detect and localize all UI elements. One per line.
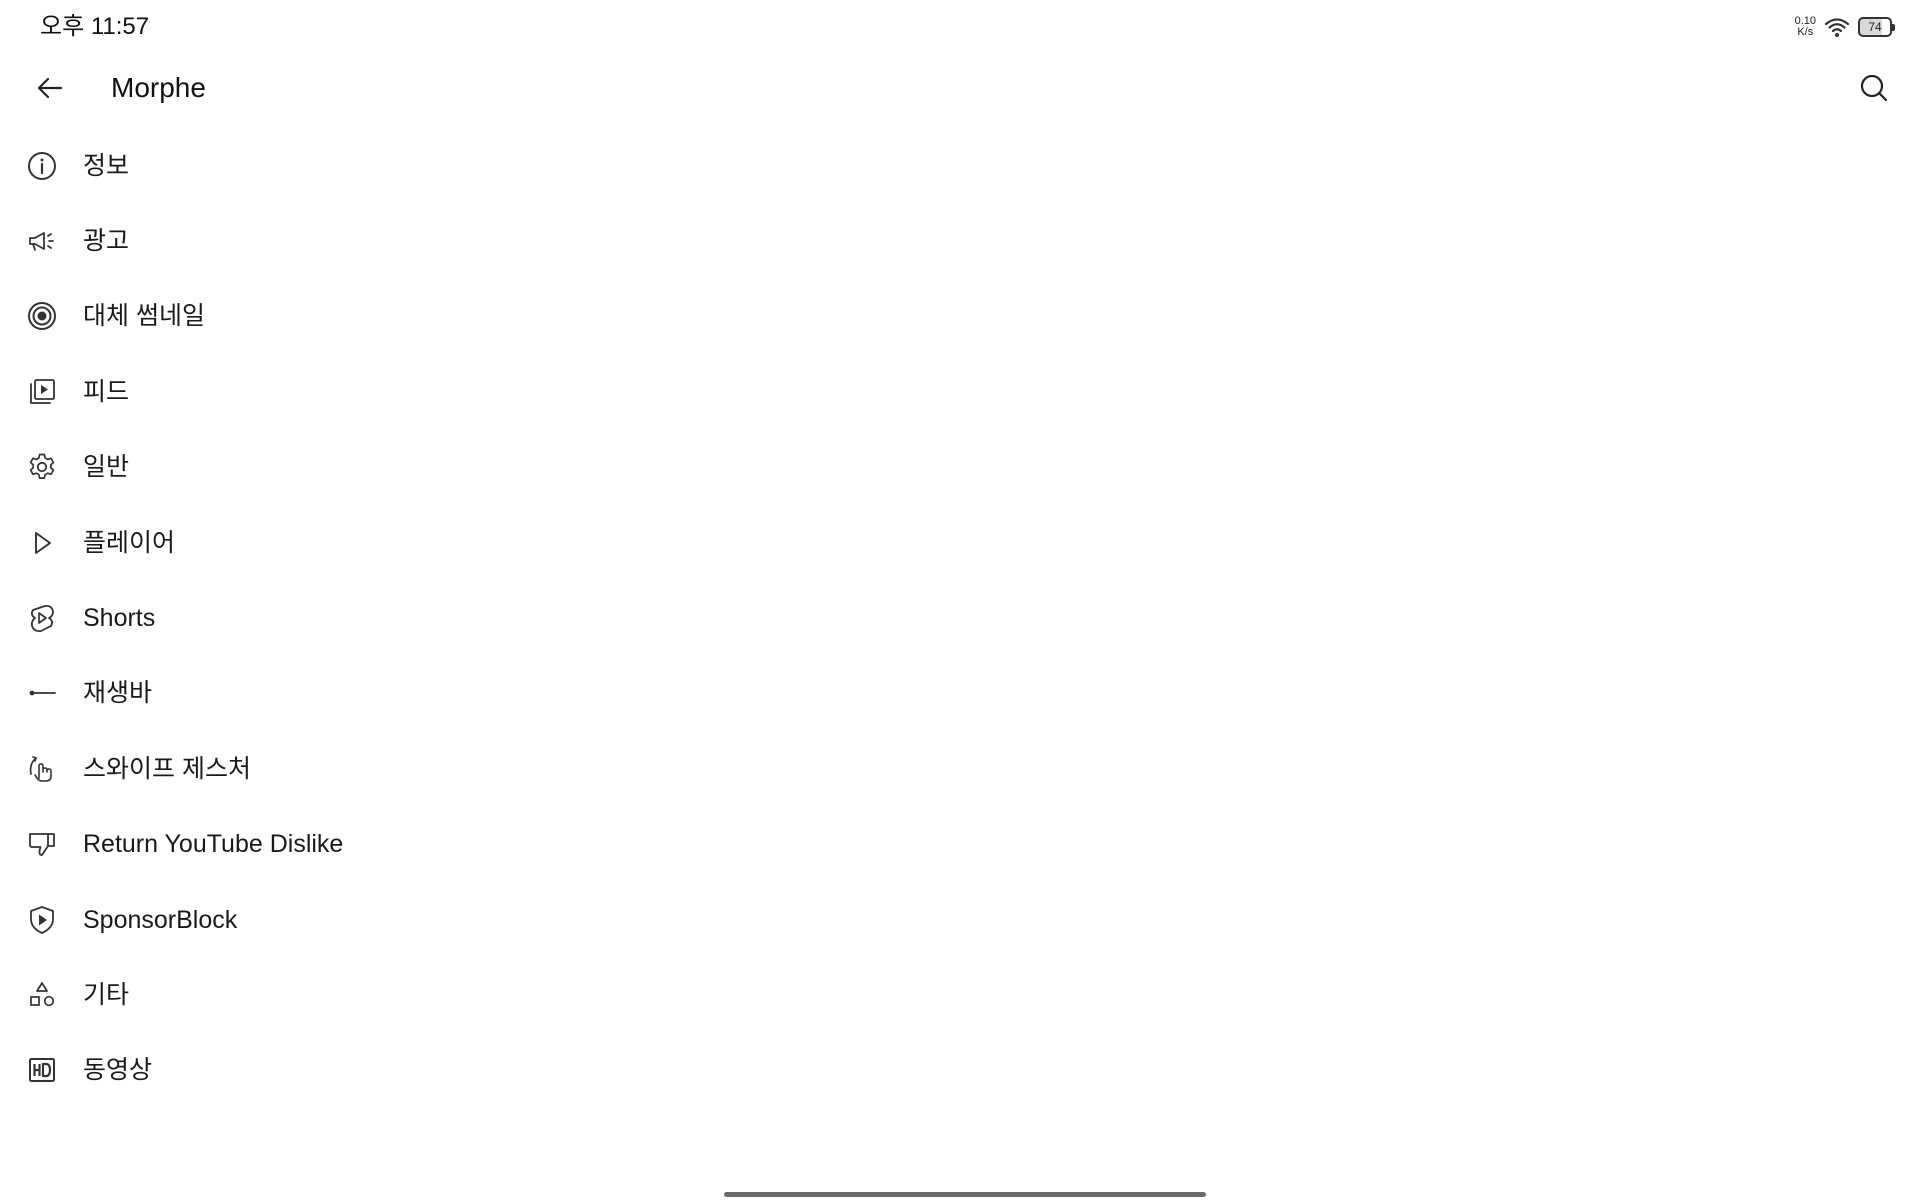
play-icon [26,527,58,559]
menu-item-general[interactable]: 일반 [0,430,1920,505]
status-bar: 오후 11:57 0.10 K/s 74 [0,0,1920,52]
menu-item-label: 대체 썸네일 [83,302,205,331]
menu-item-ads[interactable]: 광고 [0,203,1920,278]
shorts-icon [26,602,58,634]
battery-icon: 74 [1858,17,1895,37]
settings-menu-list: 정보 광고 대체 썸네일 피드 일반 플레이어 Shorts 재생바 스와이프 … [0,128,1920,1108]
menu-item-label: 피드 [83,377,130,406]
thumbs-down-icon [26,828,58,860]
menu-item-label: 플레이어 [83,528,176,557]
menu-item-info[interactable]: 정보 [0,128,1920,203]
menu-item-label: 정보 [83,151,130,180]
net-speed-unit: K/s [1797,26,1814,38]
gear-icon [26,451,58,483]
shield-play-icon [26,904,58,936]
status-time: 오후 11:57 [40,13,150,40]
menu-item-feed[interactable]: 피드 [0,354,1920,429]
menu-item-shorts[interactable]: Shorts [0,580,1920,655]
menu-item-return-youtube-dislike[interactable]: Return YouTube Dislike [0,807,1920,882]
menu-item-label: 스와이프 제스처 [83,754,251,783]
megaphone-icon [26,225,58,257]
menu-item-label: 일반 [83,453,130,482]
search-button[interactable] [1854,68,1894,108]
info-icon [26,150,58,182]
menu-item-video[interactable]: 동영상 [0,1033,1920,1108]
search-icon [1859,73,1889,103]
menu-item-swipe-gestures[interactable]: 스와이프 제스처 [0,731,1920,806]
wifi-icon [1824,16,1850,38]
gesture-nav-handle[interactable] [724,1192,1206,1197]
menu-item-player[interactable]: 플레이어 [0,505,1920,580]
menu-item-misc[interactable]: 기타 [0,957,1920,1032]
menu-item-label: 동영상 [83,1056,153,1085]
menu-item-alt-thumbnails[interactable]: 대체 썸네일 [0,279,1920,354]
page-title: Morphe [111,72,206,103]
menu-item-seekbar[interactable]: 재생바 [0,656,1920,731]
app-bar: Morphe [0,56,1920,120]
shapes-icon [26,979,58,1011]
network-speed: 0.10 K/s [1795,16,1816,38]
swipe-gesture-icon [26,753,58,785]
back-button[interactable] [30,68,70,108]
feed-playlist-icon [26,376,58,408]
hd-icon [26,1054,58,1086]
menu-item-label: Shorts [83,604,156,633]
menu-item-sponsorblock[interactable]: SponsorBlock [0,882,1920,957]
menu-item-label: 재생바 [83,679,153,708]
battery-level: 74 [1868,20,1882,34]
seekbar-icon [26,677,58,709]
target-icon [26,300,58,332]
menu-item-label: SponsorBlock [83,905,238,934]
status-icons: 0.10 K/s 74 [1795,14,1895,40]
menu-item-label: Return YouTube Dislike [83,830,344,859]
arrow-back-icon [35,73,65,103]
menu-item-label: 광고 [83,227,130,256]
settings-screen: 오후 11:57 0.10 K/s 74 Morphe 정보 광고 대체 썸네일… [0,0,1920,1200]
menu-item-label: 기타 [83,980,130,1009]
